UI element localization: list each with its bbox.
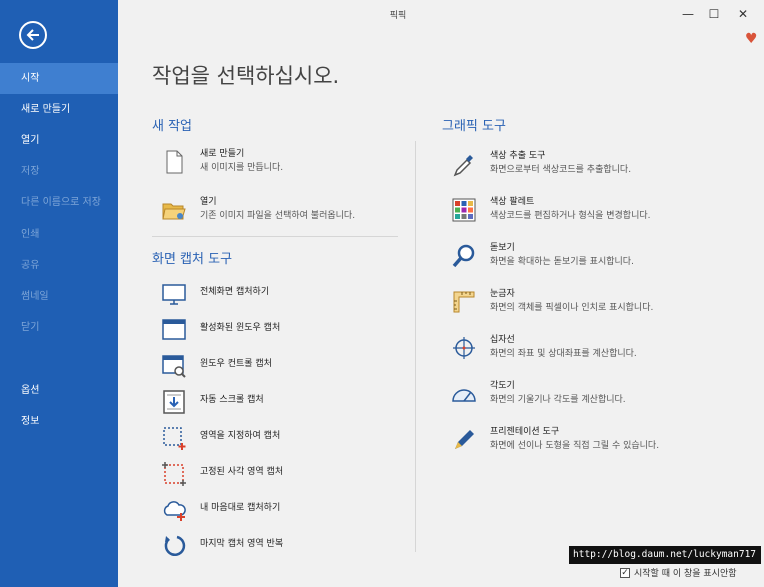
item-title: 십자선	[490, 335, 515, 345]
section-capture: 화면 캡처 도구	[152, 252, 233, 267]
sidebar-item-close: 닫기	[21, 322, 40, 333]
item-title: 돋보기	[490, 243, 515, 253]
section-new-task: 새 작업	[152, 119, 193, 134]
item-desc: 화면을 확대하는 돋보기를 표시합니다.	[490, 257, 634, 267]
pen-icon	[455, 430, 474, 449]
window-title: 픽픽	[389, 11, 407, 21]
item-title: 각도기	[490, 381, 515, 391]
capture-fullscreen-item[interactable]: 전체화면 캡처하기	[160, 280, 269, 308]
capture-window-control-item[interactable]: 윈도우 컨트롤 캡처	[160, 352, 272, 380]
sidebar-item-open[interactable]: 열기	[0, 125, 118, 156]
main-panel: 픽픽 — ☐ ✕ ♥ 작업을 선택하십시오. 새 작업 새로 만들기새 이미지를…	[118, 0, 764, 587]
item-title: 영역을 지정하여 캡처	[200, 431, 281, 441]
startup-label: 시작할 때 이 창을 표시안함	[634, 569, 737, 579]
item-title: 활성화된 윈도우 캡처	[200, 323, 281, 333]
crosshair-item[interactable]: 십자선화면의 좌표 및 상대좌표를 계산합니다.	[450, 334, 637, 362]
divider	[152, 236, 398, 237]
item-desc: 화면의 기울기나 각도를 계산합니다.	[490, 395, 626, 405]
maximize-button[interactable]: ☐	[704, 6, 724, 22]
monitor-icon	[162, 284, 186, 305]
startup-checkbox[interactable]: ✓	[620, 567, 630, 578]
section-graphic: 그래픽 도구	[442, 119, 506, 134]
sidebar-item-new[interactable]: 새로 만들기	[0, 94, 118, 125]
item-desc: 새 이미지를 만듭니다.	[200, 163, 284, 173]
magnifier-item[interactable]: 돋보기화면을 확대하는 돋보기를 표시합니다.	[450, 242, 634, 270]
capture-repeat-item[interactable]: 마지막 캡처 영역 반복	[160, 532, 283, 560]
item-desc: 화면에 선이나 도형을 직접 그릴 수 있습니다.	[490, 441, 660, 451]
sidebar-item-save-as: 다른 이름으로 저장	[21, 197, 101, 208]
scroll-capture-icon	[163, 390, 185, 414]
sidebar-item-save: 저장	[21, 166, 40, 177]
ruler-icon	[453, 291, 475, 313]
item-title: 전체화면 캡처하기	[200, 287, 270, 297]
item-title: 내 마음대로 캡처하기	[200, 503, 281, 513]
repeat-icon	[164, 535, 186, 557]
sidebar-item-options[interactable]: 옵션	[0, 375, 118, 406]
new-file-icon	[166, 150, 183, 174]
new-file-item[interactable]: 새로 만들기새 이미지를 만듭니다.	[160, 148, 283, 176]
item-title: 자동 스크롤 캡처	[200, 395, 264, 405]
item-desc: 색상코드를 편집하거나 형식을 변경합니다.	[490, 211, 651, 221]
heart-icon[interactable]: ♥	[745, 31, 758, 47]
ruler-item[interactable]: 눈금자화면의 객체를 픽셀이나 인치로 표시합니다.	[450, 288, 653, 316]
sidebar-item-thumbnail: 썸네일	[21, 291, 49, 302]
open-folder-icon	[162, 203, 186, 220]
item-title: 마지막 캡처 영역 반복	[200, 539, 284, 549]
capture-freehand-item[interactable]: 내 마음대로 캡처하기	[160, 496, 280, 524]
capture-active-window-item[interactable]: 활성화된 윈도우 캡처	[160, 316, 280, 344]
region-select-icon	[163, 427, 186, 450]
crosshair-icon	[453, 337, 475, 359]
open-file-item[interactable]: 열기기존 이미지 파일을 선택하여 불러옵니다.	[160, 196, 355, 224]
item-title: 눈금자	[490, 289, 515, 299]
title-bar: 픽픽 — ☐ ✕	[118, 0, 764, 28]
item-desc: 기존 이미지 파일을 선택하여 불러옵니다.	[200, 211, 356, 221]
item-title: 색상 팔레트	[490, 197, 535, 207]
back-button[interactable]	[19, 21, 47, 49]
item-title: 열기	[200, 197, 217, 207]
palette-icon	[452, 198, 476, 222]
magnifier-icon	[452, 244, 475, 268]
minimize-button[interactable]: —	[678, 6, 698, 22]
sidebar-item-start[interactable]: 시작	[0, 63, 118, 94]
sidebar: 시작 새로 만들기 열기 저장 다른 이름으로 저장 인쇄 공유 썸네일 닫기 …	[0, 0, 118, 587]
window-icon	[162, 319, 186, 340]
capture-fixed-region-item[interactable]: 고정된 사각 영역 캡처	[160, 460, 283, 488]
divider	[415, 141, 416, 552]
item-title: 프리젠테이션 도구	[490, 427, 560, 437]
sidebar-item-share: 공유	[21, 260, 40, 271]
startup-option[interactable]: ✓ 시작할 때 이 창을 표시안함	[620, 566, 737, 579]
arrow-left-icon	[26, 29, 39, 41]
item-desc: 화면의 좌표 및 상대좌표를 계산합니다.	[490, 349, 637, 359]
color-picker-item[interactable]: 색상 추출 도구화면으로부터 색상코드를 추출합니다.	[450, 150, 631, 178]
page-title: 작업을 선택하십시오.	[152, 64, 340, 88]
protractor-item[interactable]: 각도기화면의 기울기나 각도를 계산합니다.	[450, 380, 626, 408]
protractor-icon	[452, 389, 476, 402]
item-desc: 화면으로부터 색상코드를 추출합니다.	[490, 165, 632, 175]
eyedropper-icon	[453, 155, 473, 177]
item-title: 윈도우 컨트롤 캡처	[200, 359, 272, 369]
sidebar-item-about[interactable]: 정보	[0, 406, 118, 437]
sidebar-item-print: 인쇄	[21, 229, 40, 240]
freehand-cloud-icon	[163, 501, 186, 521]
color-palette-item[interactable]: 색상 팔레트색상코드를 편집하거나 형식을 변경합니다.	[450, 196, 651, 224]
item-title: 색상 추출 도구	[490, 151, 546, 161]
capture-scroll-item[interactable]: 자동 스크롤 캡처	[160, 388, 264, 416]
item-title: 고정된 사각 영역 캡처	[200, 467, 284, 477]
capture-region-item[interactable]: 영역을 지정하여 캡처	[160, 424, 280, 452]
item-desc: 화면의 객체를 픽셀이나 인치로 표시합니다.	[490, 303, 654, 313]
presentation-tool-item[interactable]: 프리젠테이션 도구화면에 선이나 도형을 직접 그릴 수 있습니다.	[450, 426, 659, 454]
watermark: http://blog.daum.net/luckyman717	[569, 546, 761, 564]
item-title: 새로 만들기	[200, 149, 245, 159]
close-button[interactable]: ✕	[733, 6, 753, 22]
app-window: 시작 새로 만들기 열기 저장 다른 이름으로 저장 인쇄 공유 썸네일 닫기 …	[0, 0, 764, 587]
window-magnifier-icon	[162, 355, 186, 378]
fixed-region-icon	[162, 462, 186, 486]
